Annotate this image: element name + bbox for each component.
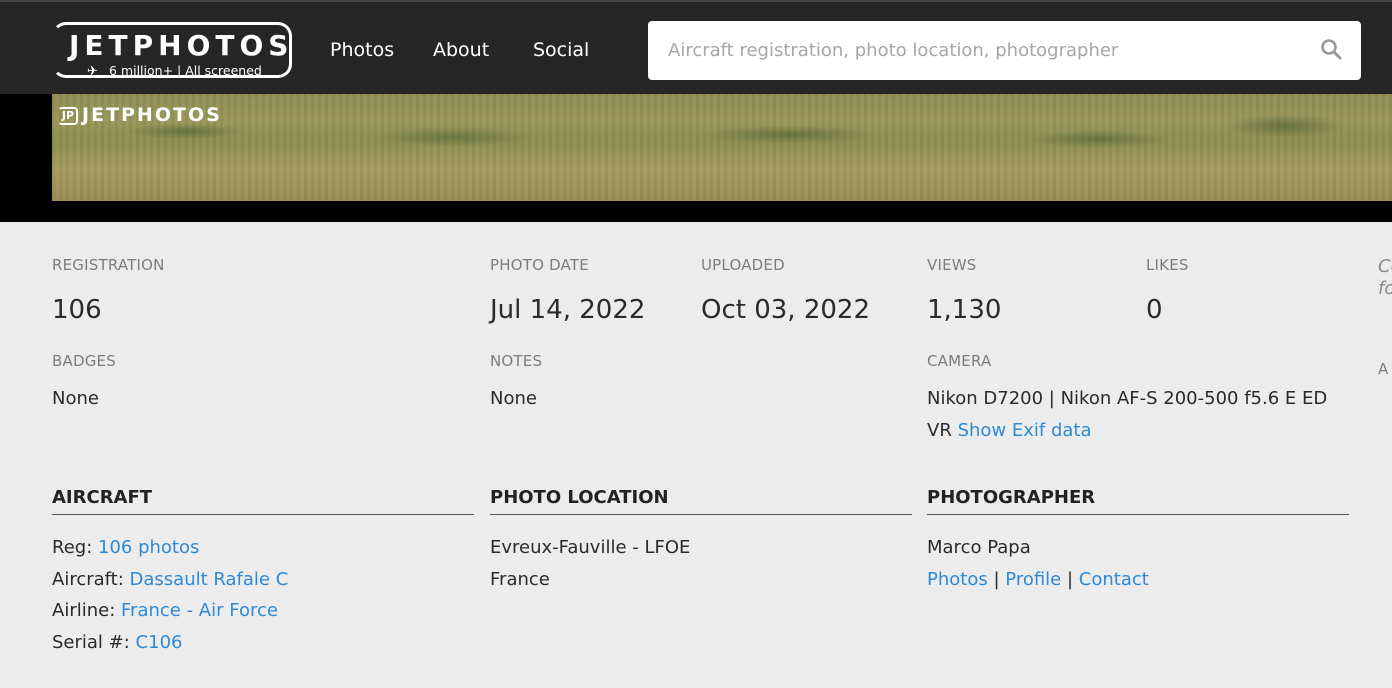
serial-link[interactable]: C106 <box>136 632 183 653</box>
photo-date-label: PHOTO DATE <box>490 256 589 274</box>
camera-value-cont: VR Show Exif data <box>927 420 1091 442</box>
link-separator: | <box>1066 569 1074 590</box>
plane-icon: ✈ <box>87 64 98 79</box>
photographer-profile-link[interactable]: Profile <box>1005 569 1061 590</box>
logo-subtitle: 6 million+ | All screened <box>109 63 262 78</box>
watermark-text: JETPHOTOS <box>82 104 222 126</box>
airline-link[interactable]: France - Air Force <box>121 600 278 621</box>
camera-value-line2: VR <box>927 420 952 441</box>
nav-social[interactable]: Social <box>533 38 589 64</box>
search-icon[interactable] <box>1319 37 1343 61</box>
show-exif-link[interactable]: Show Exif data <box>958 420 1092 441</box>
link-separator: | <box>993 569 1000 590</box>
notes-value: None <box>490 388 537 409</box>
aircraft-serial-row: Serial #: C106 <box>52 632 182 654</box>
search-box <box>648 21 1361 80</box>
photographer-name: Marco Papa <box>927 537 1031 558</box>
uploaded-label: UPLOADED <box>701 256 785 274</box>
photographer-heading: PHOTOGRAPHER <box>927 487 1349 515</box>
photo-watermark: JP JETPHOTOS <box>58 104 222 126</box>
photo-location-heading: PHOTO LOCATION <box>490 487 912 515</box>
badges-value: None <box>52 388 99 409</box>
uploaded-value: Oct 03, 2022 <box>701 295 870 325</box>
photo-date-value: Jul 14, 2022 <box>490 295 646 325</box>
likes-value: 0 <box>1146 295 1163 325</box>
logo-text: JETPHOTOS <box>69 29 294 62</box>
serial-label: Serial #: <box>52 632 130 653</box>
photographer-contact-link[interactable]: Contact <box>1079 569 1149 590</box>
reg-photos-link[interactable]: 106 photos <box>98 537 199 558</box>
airport-link[interactable]: Evreux-Fauville - LFOE <box>490 537 690 559</box>
likes-label: LIKES <box>1146 256 1189 274</box>
nav-about[interactable]: About <box>433 38 489 64</box>
site-header: JETPHOTOS ✈ 6 million+ | All screened Ph… <box>0 0 1392 94</box>
reg-label: Reg: <box>52 537 93 558</box>
cut-off-label: A <box>1378 360 1389 378</box>
watermark-logo-icon: JP <box>58 106 78 125</box>
registration-label: REGISTRATION <box>52 256 165 274</box>
photographer-links: Photos | Profile | Contact <box>927 569 1149 591</box>
notes-label: NOTES <box>490 352 543 370</box>
camera-value: Nikon D7200 | Nikon AF-S 200-500 f5.6 E … <box>927 388 1328 409</box>
aircraft-type-link[interactable]: Dassault Rafale C <box>130 569 289 590</box>
cut-off-text: Cofo <box>1378 256 1392 300</box>
views-label: VIEWS <box>927 256 977 274</box>
aircraft-heading: AIRCRAFT <box>52 487 474 515</box>
search-input[interactable] <box>668 35 1308 65</box>
badges-label: BADGES <box>52 352 116 370</box>
aircraft-label: Aircraft: <box>52 569 124 590</box>
views-value: 1,130 <box>927 295 1002 325</box>
nav-photos[interactable]: Photos <box>330 38 394 64</box>
aircraft-type-row: Aircraft: Dassault Rafale C <box>52 569 288 591</box>
photographer-photos-link[interactable]: Photos <box>927 569 988 590</box>
country-link[interactable]: France <box>490 569 550 591</box>
camera-label: CAMERA <box>927 352 992 370</box>
registration-value: 106 <box>52 295 102 325</box>
aircraft-airline-row: Airline: France - Air Force <box>52 600 278 622</box>
jetphotos-logo[interactable]: JETPHOTOS ✈ 6 million+ | All screened <box>52 22 292 78</box>
cut-text-2: fo <box>1378 278 1392 299</box>
aircraft-photo[interactable] <box>52 94 1392 201</box>
airline-label: Airline: <box>52 600 116 621</box>
aircraft-reg-row: Reg: 106 photos <box>52 537 199 559</box>
cut-text-1: Co <box>1378 256 1392 277</box>
